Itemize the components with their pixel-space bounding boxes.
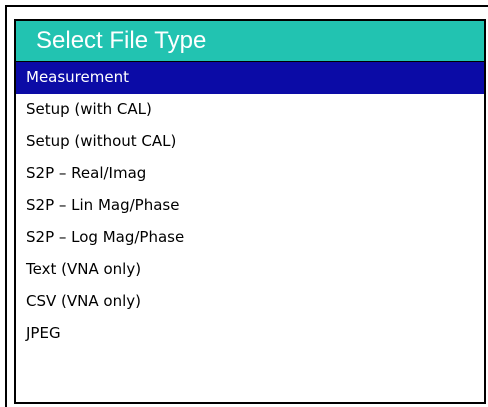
file-type-option-s2p-log-mag-phase[interactable]: S2P – Log Mag/Phase [16,222,484,254]
file-type-option-jpeg[interactable]: JPEG [16,318,484,350]
file-type-option-setup-with-cal[interactable]: Setup (with CAL) [16,94,484,126]
file-type-option-s2p-real-imag[interactable]: S2P – Real/Imag [16,158,484,190]
dialog-panel: Select File Type Measurement Setup (with… [14,19,486,404]
file-type-option-csv[interactable]: CSV (VNA only) [16,286,484,318]
file-type-list: Measurement Setup (with CAL) Setup (with… [16,62,484,350]
file-type-option-s2p-lin-mag-phase[interactable]: S2P – Lin Mag/Phase [16,190,484,222]
file-type-option-text[interactable]: Text (VNA only) [16,254,484,286]
select-file-type-dialog: Select File Type Measurement Setup (with… [0,0,488,407]
file-type-option-setup-without-cal[interactable]: Setup (without CAL) [16,126,484,158]
dialog-title: Select File Type [36,27,207,54]
title-bar: Select File Type [16,21,484,62]
file-type-option-measurement[interactable]: Measurement [16,62,484,94]
